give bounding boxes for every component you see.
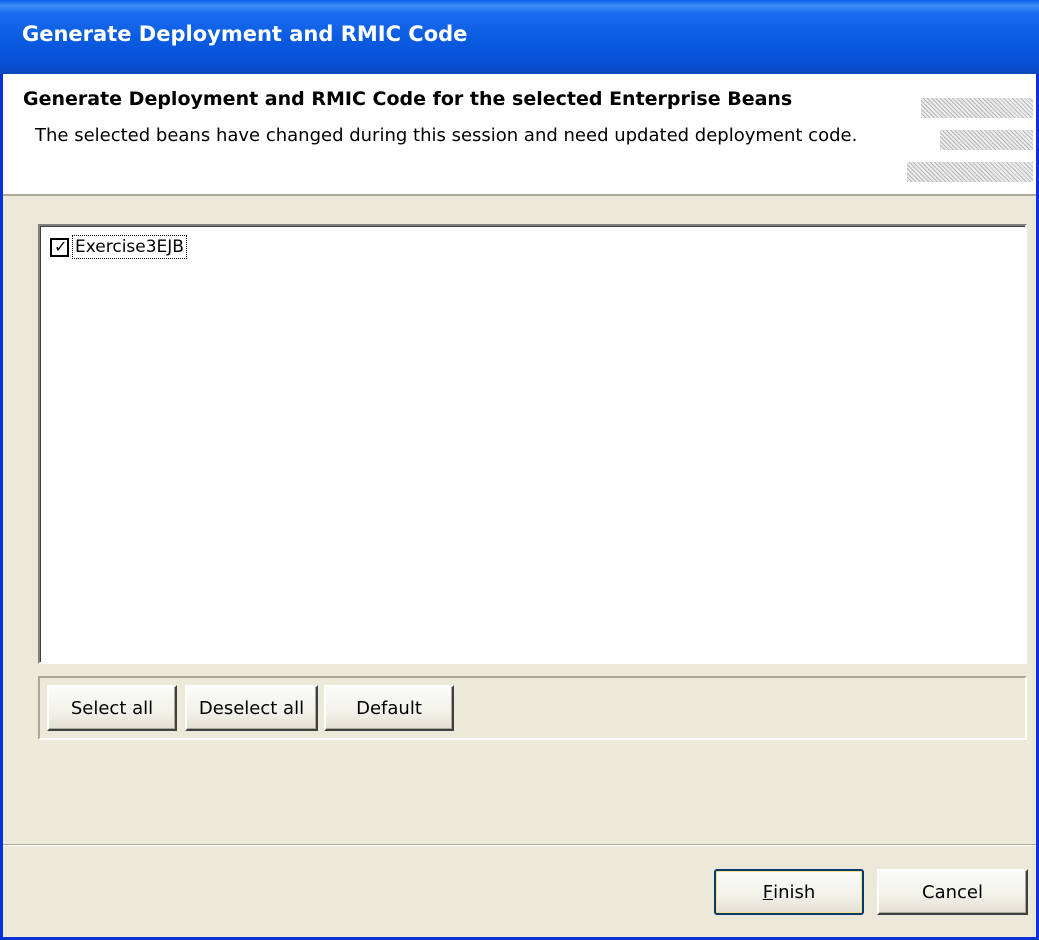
dialog-window: Generate Deployment and RMIC Code Genera… [0,0,1039,940]
finish-mnemonic: F [762,881,774,903]
select-all-button[interactable]: Select all [47,685,177,731]
list-item-exercise3ejb[interactable]: ✓ Exercise3EJB [50,234,187,260]
banner-graphic-stripe-2 [940,130,1033,150]
default-button[interactable]: Default [324,685,454,731]
bean-list[interactable]: ✓ Exercise3EJB [38,224,1027,664]
banner-graphic-stripe-3 [907,162,1033,182]
checkmark-icon: ✓ [54,236,68,256]
finish-button[interactable]: Finish [714,869,864,915]
footer-separator [3,844,1036,846]
banner-description: The selected beans have changed during t… [35,125,858,146]
finish-label: inish [773,881,816,903]
banner-graphic-stripe-1 [921,98,1033,118]
wizard-banner: Generate Deployment and RMIC Code for th… [3,74,1036,196]
selection-button-bar: Select all Deselect all Default [38,676,1027,740]
bean-label: Exercise3EJB [72,235,187,259]
window-title: Generate Deployment and RMIC Code [22,22,468,46]
deselect-all-button[interactable]: Deselect all [185,685,318,731]
title-bar[interactable]: Generate Deployment and RMIC Code [0,0,1039,74]
cancel-button[interactable]: Cancel [877,869,1028,915]
banner-title: Generate Deployment and RMIC Code for th… [23,88,793,110]
bean-checkbox[interactable]: ✓ [50,236,69,257]
